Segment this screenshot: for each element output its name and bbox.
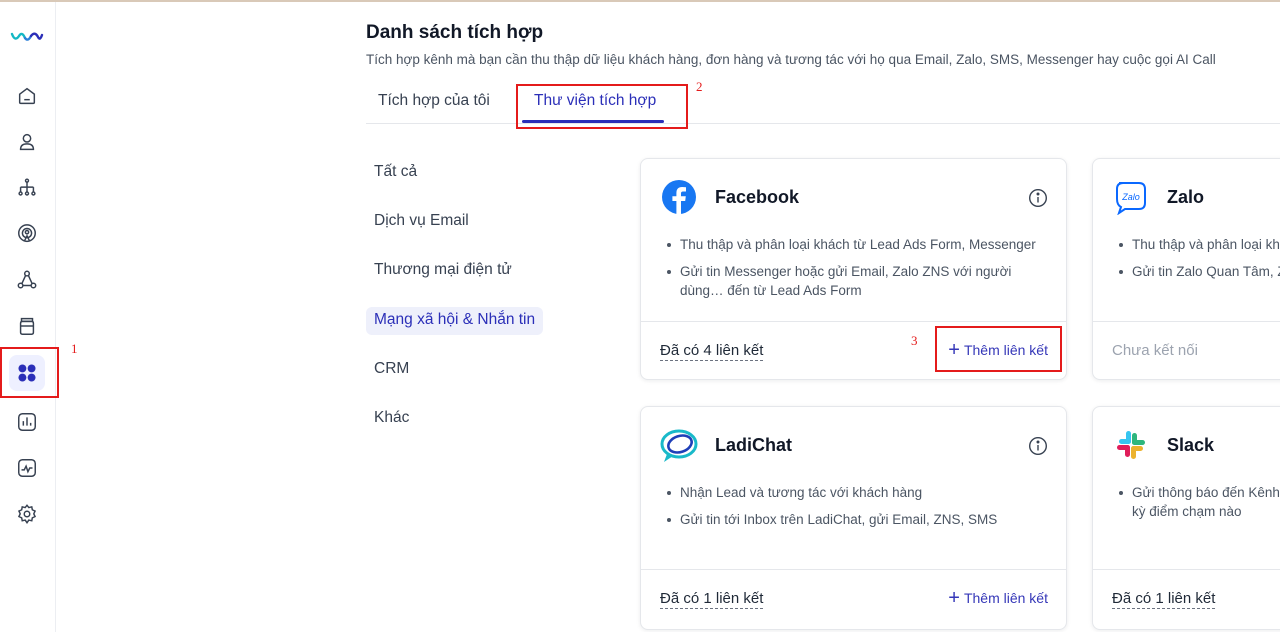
card-feature-item: Thu thập và phân loại khách từ Lead Ads … [663,235,1046,254]
annotation-number-1: 1 [71,341,78,356]
card-feature-item: Gửi thông báo đến Kênh kỳ điểm chạm nào [1115,483,1280,521]
card-feature-item: Gửi tin Messenger hoặc gửi Email, Zalo Z… [663,262,1046,300]
category-all[interactable]: Tất cả [366,159,425,187]
facebook-icon [662,180,696,214]
card-footer: Chưa kết nối [1093,321,1280,379]
category-social-messaging[interactable]: Mạng xã hội & Nhắn tin [366,307,544,335]
jar-icon [19,317,35,335]
add-connection-label: Thêm liên kết [963,590,1048,606]
card-feature-list: Gửi thông báo đến Kênh kỳ điểm chạm nào [1115,483,1280,529]
nav-campaigns[interactable] [9,216,45,252]
highlight-box-3 [935,326,1062,372]
top-border [0,0,1280,2]
tab-bar: Tích hợp của tôi Thư viện tích hợp [366,80,1280,124]
nav-segments[interactable] [9,170,45,206]
tab-my-integrations[interactable]: Tích hợp của tôi [378,92,490,110]
nav-settings[interactable] [9,496,45,532]
gear-icon [17,504,37,525]
integration-card-zalo: Zalo Zalo Thu thập và phân loại kha Gửi … [1092,158,1280,380]
connection-count-link[interactable]: Đã có 1 liên kết [1112,590,1216,609]
category-other[interactable]: Khác [366,405,417,433]
user-icon [19,133,35,151]
card-feature-list: Thu thập và phân loại khách từ Lead Ads … [663,235,1046,308]
hierarchy-icon [18,178,36,196]
card-title: Facebook [715,187,800,207]
card-feature-item: Gửi tin Zalo Quan Tâm, Z [1115,262,1280,281]
card-title: LadiChat [715,435,793,455]
annotation-number-3: 3 [911,333,918,348]
ladichat-icon [660,429,698,462]
plus-icon: + [948,587,960,609]
connection-count-link[interactable]: Đã có 4 liên kết [660,342,764,361]
card-feature-item: Gửi tin tới Inbox trên LadiChat, gửi Ema… [663,510,1046,529]
info-icon[interactable] [1028,436,1048,456]
integration-card-ladichat: LadiChat Nhận Lead và tương tác với khác… [640,406,1067,630]
nav-analytics[interactable] [9,450,45,486]
page-title: Danh sách tích hợp [366,22,544,43]
card-feature-list: Nhận Lead và tương tác với khách hàng Gử… [663,483,1046,537]
broadcast-icon [18,224,36,243]
highlight-box-1 [0,347,59,398]
nav-store[interactable] [9,308,45,344]
category-email[interactable]: Dịch vụ Email [366,208,477,236]
info-icon[interactable] [1028,188,1048,208]
connection-status: Chưa kết nối [1112,342,1198,359]
page-subtitle: Tích hợp kênh mà bạn cần thu thập dữ liệ… [366,52,1216,67]
pulse-icon [18,459,36,477]
card-feature-item: Thu thập và phân loại kha [1115,235,1280,254]
nav-reports[interactable] [9,404,45,440]
card-feature-item: Nhận Lead và tương tác với khách hàng [663,483,1046,502]
flow-icon [17,270,37,289]
add-connection-button[interactable]: + Thêm liên kết [948,587,1048,609]
bar-chart-icon [18,413,36,431]
card-title: Zalo [1167,187,1205,207]
category-ecommerce[interactable]: Thương mại điện tử [366,257,520,285]
highlight-box-2 [516,84,688,129]
card-title: Slack [1167,435,1215,455]
app-logo-icon[interactable] [10,28,44,46]
card-footer: Đã có 1 liên kết [1093,569,1280,629]
annotation-number-2: 2 [696,79,703,94]
zalo-icon: Zalo [1116,182,1146,215]
card-footer: Đã có 1 liên kết + Thêm liên kết [641,569,1066,629]
nav-contacts[interactable] [9,124,45,160]
card-feature-list: Thu thập và phân loại kha Gửi tin Zalo Q… [1115,235,1280,289]
connection-count-link[interactable]: Đã có 1 liên kết [660,590,764,609]
nav-automation[interactable] [9,262,45,298]
category-crm[interactable]: CRM [366,356,417,384]
home-icon [18,87,36,105]
svg-text:Zalo: Zalo [1121,192,1140,202]
integration-card-slack: Slack Gửi thông báo đến Kênh kỳ điểm chạ… [1092,406,1280,630]
sidebar [0,2,56,632]
nav-home[interactable] [9,78,45,114]
slack-icon [1117,431,1145,459]
